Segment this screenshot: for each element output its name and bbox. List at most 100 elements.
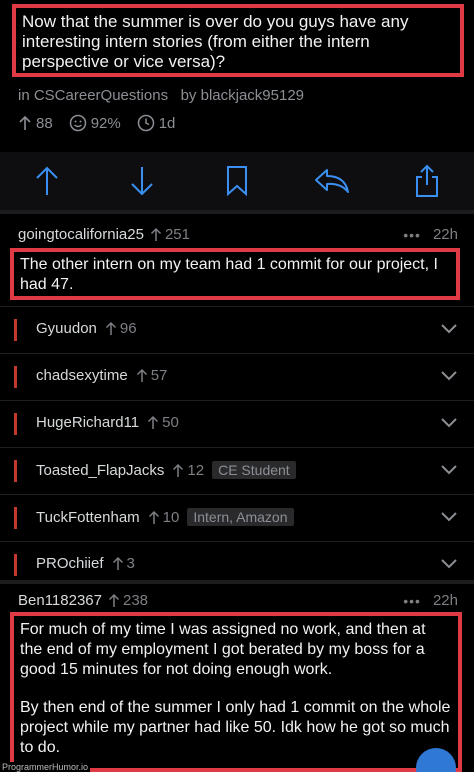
save-button[interactable] (217, 161, 257, 201)
arrow-up-small-icon (148, 415, 159, 429)
collapsed-reply[interactable]: Gyuudon 96 (0, 306, 474, 353)
reply-button[interactable] (312, 161, 352, 201)
thread-bar (14, 319, 17, 341)
reply-score: 10 (148, 508, 180, 526)
post-stats: 88 92% 1d (18, 114, 185, 132)
reply-header: PROchiief 3 (36, 555, 135, 572)
user-flair: Intern, Amazon (187, 508, 294, 526)
collapsed-reply[interactable]: chadsexytime 57 (0, 353, 474, 400)
downvote-button[interactable] (122, 161, 162, 201)
comment-highlight: For much of my time I was assigned no wo… (10, 612, 462, 772)
post-age: 1d (158, 114, 176, 132)
comment-author[interactable]: goingtocalifornia25 (18, 226, 144, 243)
post-meta: in CSCareerQuestions by blackjack95129 (18, 87, 304, 104)
upvote-button[interactable] (27, 161, 67, 201)
ratio-stat: 92% (69, 114, 121, 132)
collapsed-reply[interactable]: Toasted_FlapJacks 12 CE Student (0, 447, 474, 494)
comment-score-value: 238 (122, 592, 149, 609)
reply-header: HugeRichard11 50 (36, 414, 179, 431)
subreddit-link[interactable]: in CSCareerQuestions (18, 87, 168, 104)
upvote-ratio: 92% (90, 114, 121, 132)
thread-bar (14, 554, 17, 576)
comment-right-meta: ••• 22h (403, 226, 458, 243)
post-action-bar (0, 152, 474, 210)
reply-score: 3 (112, 555, 135, 572)
chevron-down-icon[interactable] (440, 415, 458, 429)
reply-header: chadsexytime 57 (36, 367, 167, 384)
age-stat: 1d (137, 114, 176, 132)
post-title[interactable]: Now that the summer is over do you guys … (22, 12, 454, 72)
reply-score-value: 3 (126, 555, 135, 572)
comment: goingtocalifornia25 251 ••• 22h The othe… (0, 214, 474, 306)
arrow-up-small-icon (112, 556, 123, 570)
reply-author[interactable]: Toasted_FlapJacks (36, 462, 164, 479)
arrow-up-small-icon (173, 463, 184, 477)
thread-bar (14, 366, 17, 388)
reply-score: 57 (136, 367, 168, 384)
share-icon (415, 164, 438, 197)
author-link[interactable]: by blackjack95129 (181, 87, 304, 104)
comment-body-paragraph: For much of my time I was assigned no wo… (20, 621, 426, 678)
chevron-down-icon[interactable] (440, 368, 458, 382)
chevron-down-icon[interactable] (440, 556, 458, 570)
arrow-up-small-icon (19, 115, 31, 130)
comment-right-meta: ••• 22h (403, 592, 458, 609)
comment-body-paragraph: By then end of the summer I only had 1 c… (20, 699, 451, 756)
comment: Ben1182367 238 ••• 22h For much of my ti… (0, 584, 474, 772)
arrow-up-small-icon (108, 593, 120, 607)
reply-score-value: 10 (162, 508, 180, 526)
reply-author[interactable]: PROchiief (36, 555, 104, 572)
upvote-icon (36, 166, 59, 195)
comment-score: 251 (150, 226, 190, 243)
user-flair: CE Student (212, 461, 296, 479)
share-button[interactable] (407, 161, 447, 201)
chevron-down-icon[interactable] (440, 321, 458, 335)
chevron-down-icon[interactable] (440, 462, 458, 476)
comment-header: Ben1182367 238 (18, 592, 148, 609)
thread-bar (14, 507, 17, 529)
reply-header: Toasted_FlapJacks 12 CE Student (36, 461, 296, 479)
reply-score-value: 57 (150, 367, 168, 384)
comment-body: The other intern on my team had 1 commit… (20, 256, 438, 293)
post-header: Now that the summer is over do you guys … (0, 0, 474, 152)
thread-bar (14, 413, 17, 435)
reply-score-value: 50 (162, 414, 179, 431)
more-options-icon[interactable]: ••• (403, 227, 421, 243)
watermark: ProgrammerHumor.io (0, 762, 91, 772)
comment-highlight: The other intern on my team had 1 commit… (10, 248, 460, 300)
reply-score-value: 12 (187, 461, 205, 479)
reply-author[interactable]: chadsexytime (36, 367, 128, 384)
thread-bar (14, 460, 17, 482)
arrow-up-small-icon (105, 321, 116, 335)
reply-header: Gyuudon 96 (36, 320, 137, 337)
collapsed-reply[interactable]: HugeRichard11 50 (0, 400, 474, 447)
chevron-down-icon[interactable] (440, 509, 458, 523)
comment-header: goingtocalifornia25 251 (18, 226, 190, 243)
more-options-icon[interactable]: ••• (403, 593, 421, 609)
arrow-up-small-icon (136, 368, 147, 382)
arrow-up-small-icon (148, 510, 159, 524)
reply-score: 12 (172, 462, 204, 479)
reply-icon (314, 169, 349, 193)
bookmark-icon (226, 166, 247, 197)
reply-score-value: 96 (119, 320, 137, 337)
reply-author[interactable]: Gyuudon (36, 320, 97, 337)
reply-header: TuckFottenham 10 Intern, Amazon (36, 508, 294, 526)
comment-author[interactable]: Ben1182367 (18, 592, 102, 609)
reply-score: 96 (105, 320, 137, 337)
comment-age: 22h (432, 592, 458, 609)
downvote-icon (131, 167, 153, 196)
smiley-icon (69, 114, 86, 132)
collapsed-reply[interactable]: PROchiief 3 (0, 541, 474, 581)
comment-score: 238 (108, 592, 148, 609)
score-stat: 88 (18, 115, 53, 132)
comment-score-value: 251 (164, 226, 190, 243)
clock-icon (137, 114, 154, 132)
collapsed-reply[interactable]: TuckFottenham 10 Intern, Amazon (0, 494, 474, 541)
reply-score: 50 (147, 414, 179, 431)
arrow-up-small-icon (150, 227, 161, 241)
reply-author[interactable]: TuckFottenham (36, 509, 140, 526)
post-score: 88 (36, 114, 53, 132)
post-title-highlight: Now that the summer is over do you guys … (12, 4, 464, 77)
reply-author[interactable]: HugeRichard11 (36, 414, 139, 431)
